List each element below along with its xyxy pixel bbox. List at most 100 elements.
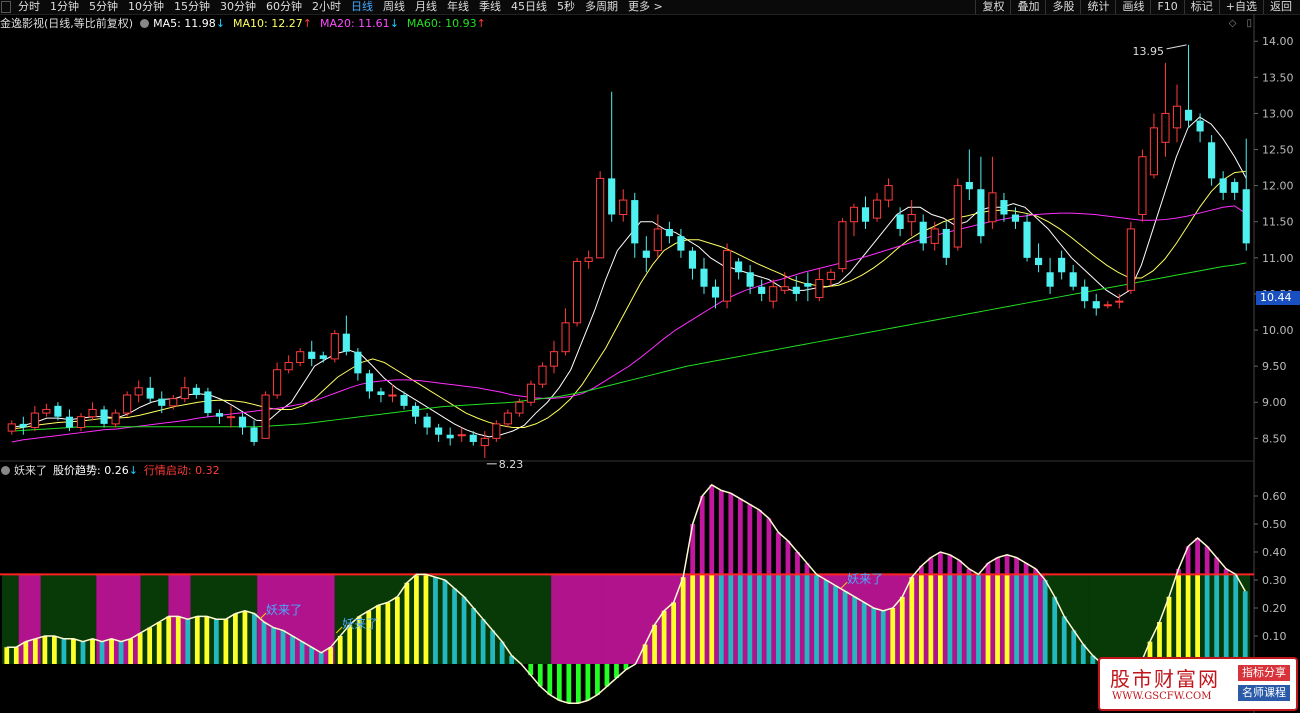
candle-body-down xyxy=(1081,286,1089,302)
indicator-bar xyxy=(680,577,686,664)
candle-body-up xyxy=(273,369,282,396)
candle-body-down xyxy=(319,355,327,359)
indicator-bar-negative xyxy=(595,664,600,695)
candle-body-down xyxy=(411,405,420,417)
indicator-bar xyxy=(290,636,295,664)
indicator-background-band xyxy=(40,574,97,664)
indicator-bar-above xyxy=(766,518,772,575)
candle-body-up xyxy=(653,228,662,252)
candle-body-down xyxy=(308,351,316,359)
candle-body-up xyxy=(42,408,51,414)
indicator-bar xyxy=(947,574,953,664)
indicator-tick-label: 0.30 xyxy=(1262,574,1287,587)
indicator-bar xyxy=(833,585,838,664)
candle-body-up xyxy=(134,387,143,396)
candle-body-down xyxy=(735,261,743,273)
indicator-bar xyxy=(433,577,438,664)
candle-body-down xyxy=(631,200,639,244)
candle-body-down xyxy=(377,391,385,396)
indicator-bar xyxy=(1052,596,1058,664)
indicator-bar xyxy=(4,647,10,664)
signal-label: 妖来了 xyxy=(847,572,883,586)
candle-body-down xyxy=(65,416,74,428)
indicator-bar xyxy=(966,574,972,664)
indicator-tick-label: 0.10 xyxy=(1262,630,1287,643)
ma-line-ma20 xyxy=(11,205,1247,443)
candle-body-down xyxy=(354,351,362,374)
candle-body-up xyxy=(1149,127,1159,176)
indicator-bar xyxy=(871,608,877,664)
indicator-bar xyxy=(375,605,381,664)
candle-body-down xyxy=(919,221,927,244)
candle-body-down xyxy=(1000,200,1008,215)
candle-body-up xyxy=(526,383,536,403)
indicator-bar xyxy=(490,630,496,664)
candle-body-up xyxy=(457,434,466,437)
indicator-bar xyxy=(185,619,191,664)
indicator-bar xyxy=(156,622,162,664)
indicator-bar-above xyxy=(795,552,800,575)
indicator-bar xyxy=(1233,574,1239,664)
high-price-label: 13.95 xyxy=(1133,45,1165,58)
indicator-bar xyxy=(480,619,486,664)
candle-body-up xyxy=(988,192,997,223)
indicator-bar xyxy=(175,616,181,664)
indicator-bar xyxy=(909,577,915,664)
indicator-bar xyxy=(756,574,762,664)
candle-body-down xyxy=(1046,272,1054,287)
indicator-bar xyxy=(252,613,257,664)
indicator-bar-above xyxy=(1004,554,1010,575)
indicator-bar xyxy=(166,616,172,664)
signal-label: 妖来了 xyxy=(342,617,378,631)
price-tick-label: 9.00 xyxy=(1262,396,1287,409)
watermark-badge2-logo: 名师课程 xyxy=(1238,685,1290,701)
candle-body-up xyxy=(549,351,559,367)
price-tick-label: 11.00 xyxy=(1262,252,1294,265)
candle-body-down xyxy=(158,398,166,406)
candle-body-up xyxy=(584,257,593,262)
candle-body-up xyxy=(76,416,86,429)
indicator-bar xyxy=(280,630,286,664)
watermark-title-logo: 股市财富网 xyxy=(1110,667,1220,691)
indicator-bar xyxy=(747,574,753,664)
indicator-bar xyxy=(242,610,248,664)
indicator-bar xyxy=(109,638,114,664)
indicator-bar xyxy=(985,574,991,664)
indicator-bar xyxy=(718,574,724,664)
site-watermark-logo: 股市财富网 WWW.GSCFW.COM 指标分享 名师课程 xyxy=(1098,657,1298,711)
indicator-settings-dot-icon[interactable] xyxy=(1,466,10,475)
indicator-background-band xyxy=(257,574,335,664)
candle-body-up xyxy=(515,401,524,414)
candle-body-down xyxy=(642,250,650,258)
candle-body-up xyxy=(30,412,39,429)
indicator-bar-above xyxy=(699,496,705,575)
indicator-bar xyxy=(137,633,143,664)
candlestick-chart[interactable]: 14.0013.5013.0012.5012.0011.5011.0010.50… xyxy=(0,0,1300,713)
candle-body-up xyxy=(88,408,97,418)
candle-body-up xyxy=(907,214,916,223)
indicator-bar xyxy=(671,602,677,664)
candle-body-up xyxy=(1161,112,1170,143)
candle-body-down xyxy=(1058,257,1066,273)
indicator-bar xyxy=(852,596,858,664)
indicator-tick-label: 0.50 xyxy=(1262,518,1287,531)
candle-body-down xyxy=(192,387,200,396)
indicator-bar xyxy=(880,610,886,664)
candle-body-up xyxy=(596,177,605,259)
indicator-bar-above xyxy=(947,554,953,575)
low-price-label: 8.23 xyxy=(499,458,524,471)
candle-body-up xyxy=(503,412,512,425)
indicator-bar xyxy=(785,574,791,664)
candle-body-down xyxy=(204,391,212,414)
indicator-bar-negative xyxy=(547,664,553,695)
indicator-bar-above xyxy=(1204,546,1210,575)
indicator-bar xyxy=(1166,596,1172,664)
indicator-bar-negative xyxy=(604,664,610,687)
indicator-bar-above xyxy=(995,557,1000,575)
indicator-bar xyxy=(385,602,391,664)
indicator-bar xyxy=(1195,574,1200,664)
indicator-bar xyxy=(32,638,38,664)
indicator-bar xyxy=(271,627,276,664)
candle-body-down xyxy=(365,373,373,392)
indicator-bar xyxy=(918,574,924,664)
